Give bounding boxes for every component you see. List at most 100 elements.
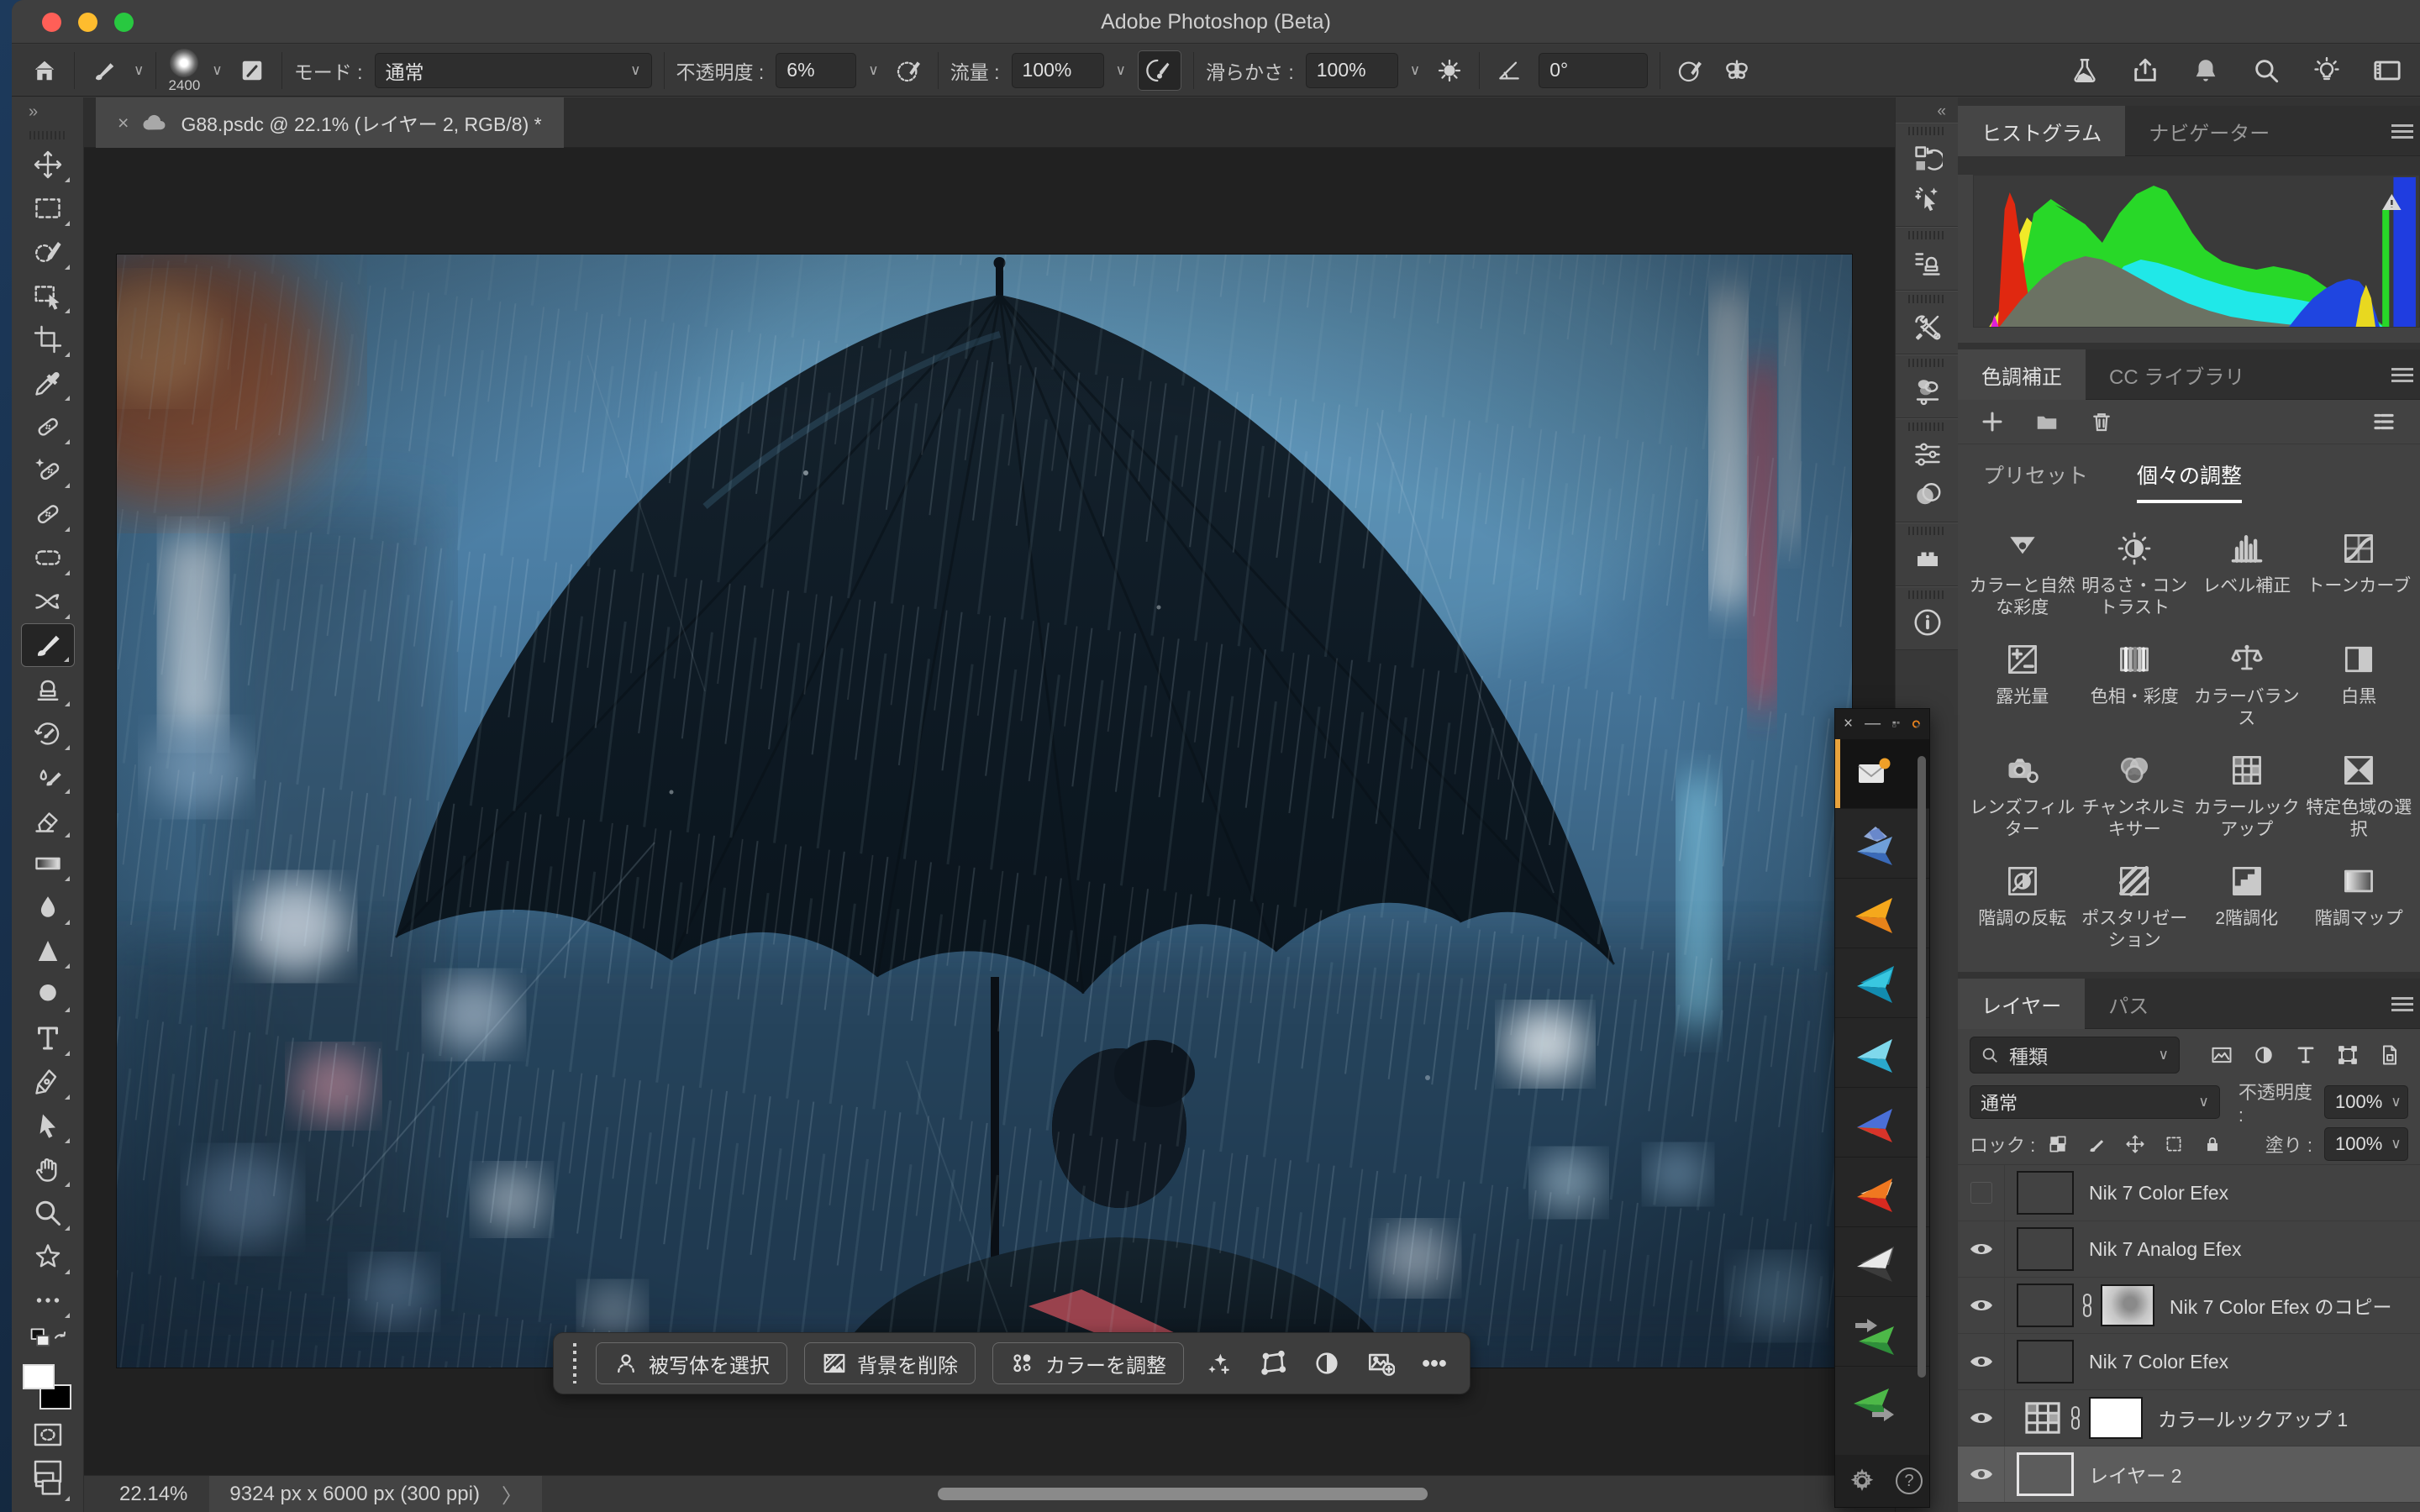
add-adjustment-icon[interactable] <box>1980 409 2005 434</box>
lock-transparency-icon[interactable] <box>2047 1133 2069 1155</box>
layer-mask-thumbnail[interactable] <box>2101 1284 2154 1326</box>
layer-thumbnail[interactable] <box>2017 1340 2074 1383</box>
list-view-icon[interactable] <box>2370 409 2398 434</box>
tool-spot-healing[interactable] <box>21 449 75 492</box>
tool-dodge[interactable] <box>21 973 75 1016</box>
fill-input[interactable]: 100%∨ <box>2324 1127 2408 1161</box>
visibility-toggle[interactable] <box>1958 1334 2005 1389</box>
tool-presets-icon[interactable] <box>1896 307 1959 347</box>
panel-menu-icon[interactable] <box>2391 365 2413 383</box>
toolbar-grip[interactable] <box>29 131 66 139</box>
tool-history-brush[interactable] <box>21 711 75 754</box>
nik-item-collection[interactable] <box>1835 739 1929 809</box>
tool-zoom[interactable] <box>21 1191 75 1235</box>
mask-link-icon[interactable] <box>2081 1293 2094 1318</box>
pressure-size-icon[interactable] <box>1672 53 1707 88</box>
toolbar-expand-icon[interactable]: » <box>12 97 83 131</box>
layer-filter-select[interactable]: 種類 ∨ <box>1970 1037 2180 1074</box>
smoothing-input[interactable]: 100% <box>1306 53 1398 88</box>
layer-name[interactable]: レイヤー 2 <box>2089 1460 2182 1488</box>
lock-position-icon[interactable] <box>2124 1133 2146 1155</box>
tool-mixer-brush[interactable] <box>21 754 75 798</box>
visibility-toggle[interactable] <box>1958 1278 2005 1333</box>
layer-opacity-input[interactable]: 100%∨ <box>2324 1085 2408 1119</box>
layer-name[interactable]: Nik 7 Color Efex <box>2089 1351 2228 1373</box>
filter-shape-layers-icon[interactable] <box>2336 1043 2360 1067</box>
smoothing-gear-icon[interactable] <box>1432 53 1467 88</box>
tool-marquee[interactable] <box>21 186 75 230</box>
beta-flask-icon[interactable] <box>2067 53 2102 88</box>
tool-eraser[interactable] <box>21 798 75 842</box>
layer-row[interactable]: Nik 7 Color Efex <box>1958 1165 2420 1221</box>
blend-mode-select[interactable]: 通常∨ <box>1970 1085 2220 1119</box>
tool-patch[interactable] <box>21 536 75 580</box>
adjustment-color-vibrance[interactable]: カラーと自然な彩度 <box>1966 517 2079 627</box>
tool-crop[interactable] <box>21 318 75 361</box>
help-icon[interactable]: ? <box>1896 1467 1923 1494</box>
adjustment-posterize[interactable]: ポスタリゼーション <box>2079 849 2191 960</box>
tool-type[interactable] <box>21 1016 75 1060</box>
zoom-level[interactable]: 22.14% <box>119 1483 187 1506</box>
tool-path-select[interactable] <box>21 1104 75 1147</box>
nik-item-dfine[interactable] <box>1835 1297 1929 1367</box>
panel-menu-icon[interactable] <box>2391 121 2413 139</box>
pressure-opacity-icon[interactable] <box>891 53 926 88</box>
layer-mask-thumbnail[interactable] <box>2089 1397 2143 1439</box>
panel-menu-icon[interactable] <box>2391 994 2413 1012</box>
layer-row[interactable]: Nik 7 Analog Efex <box>1958 1221 2420 1278</box>
share-icon[interactable] <box>2128 53 2163 88</box>
filter-adjustment-layers-icon[interactable] <box>2252 1043 2275 1067</box>
more-options-icon[interactable] <box>1416 1345 1453 1382</box>
nik-item-silver-efex-blue[interactable] <box>1835 1018 1929 1088</box>
mask-link-icon[interactable] <box>2069 1405 2082 1431</box>
nik-item-analog-efex[interactable] <box>1835 809 1929 879</box>
layout-icon[interactable] <box>1892 717 1900 731</box>
tool-gradient[interactable] <box>21 842 75 885</box>
search-icon[interactable] <box>2249 53 2284 88</box>
dock-expand-icon[interactable]: « <box>1896 97 1958 123</box>
flow-input[interactable]: 100% <box>1012 53 1104 88</box>
lock-artboard-icon[interactable] <box>2163 1133 2185 1155</box>
subtab-presets[interactable]: プリセット <box>1983 459 2088 503</box>
tab-histogram[interactable]: ヒストグラム <box>1958 106 2125 156</box>
nik-item-color-efex[interactable] <box>1835 879 1929 948</box>
document-info[interactable]: 9324 px x 6000 px (300 ppi) 〉 <box>209 1476 542 1512</box>
nik-item-silver-efex[interactable] <box>1835 1227 1929 1297</box>
chevron-down-icon[interactable]: ∨ <box>1116 62 1126 79</box>
foreground-color[interactable] <box>23 1364 55 1389</box>
lock-all-icon[interactable] <box>2202 1133 2223 1155</box>
tool-move[interactable] <box>21 143 75 186</box>
adjust-color-button[interactable]: カラーを調整 <box>992 1342 1184 1384</box>
visibility-toggle[interactable] <box>1958 1221 2005 1277</box>
generate-sparkle-icon[interactable] <box>1896 179 1959 219</box>
lock-pixels-icon[interactable] <box>2086 1133 2107 1155</box>
folder-icon[interactable] <box>2033 409 2060 434</box>
blend-mode-select[interactable]: 通常∨ <box>375 53 652 88</box>
close-tab-icon[interactable]: × <box>118 112 129 134</box>
layer-thumbnail[interactable] <box>2017 1284 2074 1327</box>
tool-healing-brush[interactable] <box>21 492 75 536</box>
layer-thumbnail[interactable] <box>2017 1452 2074 1496</box>
nik-item-output-sharpener[interactable] <box>1835 1367 1929 1436</box>
adjustment-color-lookup[interactable]: カラールックアップ <box>2191 738 2303 849</box>
close-icon[interactable]: × <box>1844 715 1853 733</box>
canvas-horizontal-scrollbar[interactable] <box>938 1488 1428 1500</box>
adjustment-icon[interactable] <box>1308 1345 1345 1382</box>
layer-name[interactable]: Nik 7 Color Efex のコピー <box>2170 1291 2392 1320</box>
notifications-bell-icon[interactable] <box>2188 53 2223 88</box>
home-icon[interactable] <box>27 53 62 88</box>
quick-mask-button[interactable] <box>21 1416 75 1453</box>
chevron-down-icon[interactable]: ∨ <box>134 62 144 79</box>
tool-sharpen[interactable] <box>21 929 75 973</box>
transform-icon[interactable] <box>1255 1345 1292 1382</box>
gear-icon[interactable] <box>1849 1467 1876 1494</box>
document-tab[interactable]: × G88.psdc @ 22.1% (レイヤー 2, RGB/8) * <box>96 97 564 148</box>
layer-name[interactable]: Nik 7 Color Efex <box>2089 1182 2228 1205</box>
tool-hand[interactable] <box>21 1147 75 1191</box>
adjustment-threshold[interactable]: 2階調化 <box>2191 849 2303 960</box>
layer-row[interactable]: Nik 7 Color Efex <box>1958 1334 2420 1390</box>
adjustment-color-balance[interactable]: カラーバランス <box>2191 627 2303 738</box>
adjustment-hue-saturation[interactable]: 色相・彩度 <box>2079 627 2191 738</box>
adjustment-selective-color[interactable]: 特定色域の選択 <box>2303 738 2416 849</box>
layer-row[interactable]: カラールックアップ 1 <box>1958 1390 2420 1446</box>
